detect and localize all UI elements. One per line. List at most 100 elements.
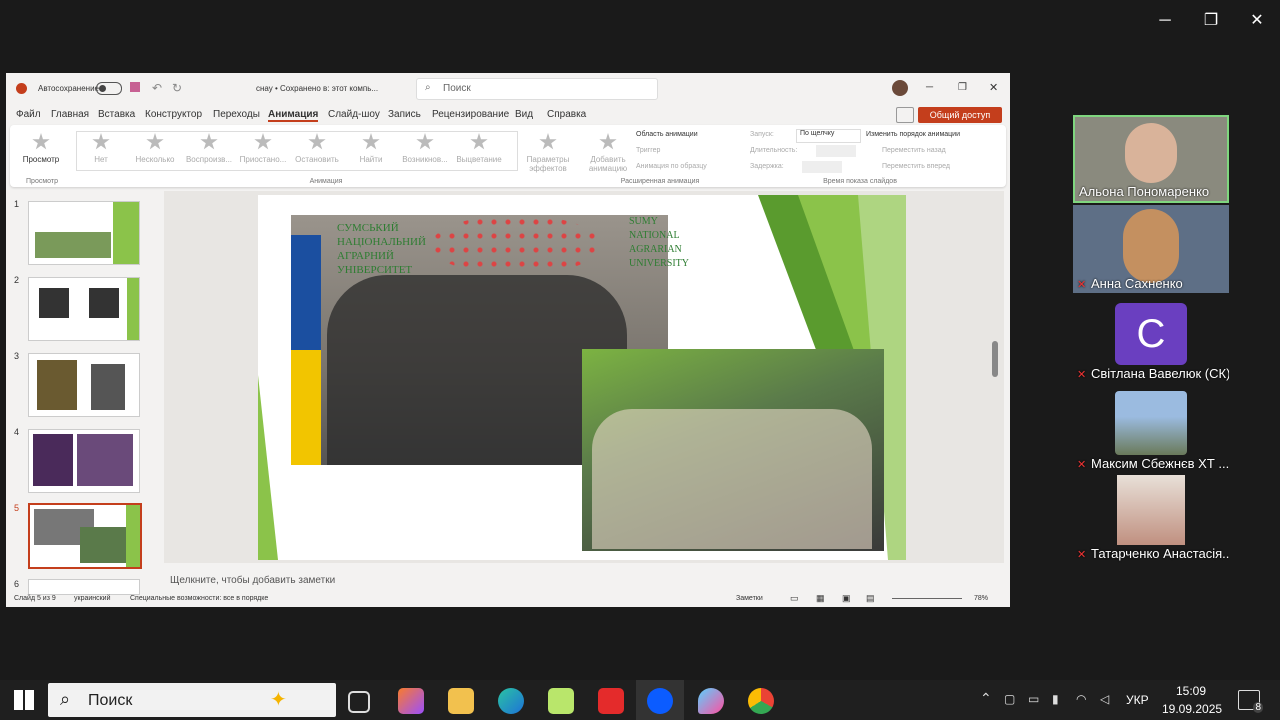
document-title[interactable]: снау • Сохранено в: этот компь... [256,84,378,93]
tab-animations[interactable]: Анимация [268,109,319,122]
taskbar-search[interactable]: ⌕ Поиск ✦ [48,683,336,717]
slide-number: 2 [14,275,20,285]
anim-label: Приостано... [239,155,287,164]
avatar[interactable] [892,80,908,96]
canvas-scrollbar[interactable] [992,341,998,377]
reading-view-icon[interactable]: ▣ [842,593,851,604]
duration-field[interactable] [816,145,856,157]
undo-icon[interactable]: ↶ [152,81,162,95]
participant-name-text: Максим Сбежнєв ХТ ... [1091,456,1229,471]
clock-time[interactable]: 15:09 [1176,684,1206,698]
ppt-close-button[interactable]: ✕ [989,81,998,94]
search-input[interactable]: ⌕ Поиск [416,78,658,100]
app-drop-icon[interactable] [698,688,724,714]
start-select[interactable]: По щелчку [796,129,861,143]
participant-tile[interactable]: C ✕ Світлана Вавелюк (СК) [1073,295,1229,383]
participant-tile[interactable]: ✕ Максим Сбежнєв ХТ ... [1073,385,1229,473]
slide-thumbnail-2[interactable] [28,277,140,341]
anim-seek[interactable]: Найти [346,133,396,164]
ppt-restore-button[interactable]: ❐ [958,82,967,93]
sorter-view-icon[interactable]: ▦ [816,593,825,604]
zoom-icon[interactable] [647,688,673,714]
slide-number: 6 [14,579,20,589]
tab-slideshow[interactable]: Слайд-шоу [328,109,380,120]
tab-record[interactable]: Запись [388,109,421,120]
slideshow-view-icon[interactable]: ▤ [866,593,875,604]
chevron-up-icon[interactable]: ⌃ [980,690,992,707]
language-indicator[interactable]: УКР [1126,693,1149,707]
slide-thumbnail-3[interactable] [28,353,140,417]
zoom-slider[interactable] [892,598,962,599]
edge-icon[interactable] [498,688,524,714]
tab-file[interactable]: Файл [16,109,41,120]
minimize-button[interactable]: ─ [1150,10,1180,32]
battery-icon[interactable]: ▮ [1052,692,1059,706]
notes-area[interactable]: Щелкните, чтобы добавить заметки [164,569,1004,591]
anim-pause[interactable]: Приостано... [238,133,288,164]
delay-label: Задержка: [750,163,784,170]
slide-thumbnail-1[interactable] [28,201,140,265]
ppt-minimize-button[interactable]: ─ [926,82,933,93]
animation-painter-button[interactable]: Анимация по образцу [636,163,707,170]
close-button[interactable]: ✕ [1242,10,1272,32]
anim-label: Найти [359,155,383,164]
participant-tile[interactable]: Альона Пономаренко [1073,115,1229,203]
wifi-icon[interactable]: ◠ [1076,692,1086,706]
save-icon[interactable] [130,82,140,92]
slide-thumbnail-4[interactable] [28,429,140,493]
language-indicator[interactable]: украинский [74,595,111,602]
animation-pane-button[interactable]: Область анимации [636,131,698,138]
copilot-icon[interactable] [398,688,424,714]
anim-appear[interactable]: Возникнов... [400,133,450,164]
effect-options-button[interactable]: Параметры эффектов [520,133,576,173]
tab-transitions[interactable]: Переходы [213,109,260,120]
file-explorer-icon[interactable] [448,688,474,714]
notes-button[interactable]: Заметки [736,595,763,602]
delay-field[interactable] [802,161,842,173]
tray-icon[interactable]: ▭ [1028,692,1039,706]
tab-review[interactable]: Рецензирование [432,109,509,120]
move-later-button[interactable]: Переместить вперед [882,163,950,170]
anim-fade[interactable]: Выцветание [454,133,504,164]
notifications-icon[interactable]: 8 [1238,690,1263,713]
tab-view[interactable]: Вид [515,109,533,120]
anim-label: Выцветание [456,155,502,164]
move-earlier-button[interactable]: Переместить назад [882,147,946,154]
trigger-button[interactable]: Триггер [636,147,660,154]
participant-tile[interactable]: ✕ Анна Сахненко [1073,205,1229,293]
clock-date[interactable]: 19.09.2025 [1162,702,1222,716]
tab-design[interactable]: Конструктор [145,109,202,120]
task-view-icon[interactable] [348,691,370,713]
chrome-icon[interactable] [748,688,774,714]
anim-label: Нет [94,155,108,164]
accessibility-status[interactable]: Специальные возможности: все в порядке [130,595,268,602]
normal-view-icon[interactable]: ▭ [790,593,799,604]
add-animation-button[interactable]: Добавить анимацию [580,133,636,173]
slide-thumbnail-5[interactable] [28,503,142,569]
volume-icon[interactable]: ◁ [1100,692,1109,706]
zoom-level[interactable]: 78% [974,595,988,602]
notification-count: 8 [1253,702,1263,713]
tray-icon[interactable]: ▢ [1004,692,1015,706]
tab-help[interactable]: Справка [547,109,586,120]
tab-insert[interactable]: Вставка [98,109,135,120]
anim-multiple[interactable]: Несколько [130,133,180,164]
app-icon[interactable] [548,688,574,714]
restore-button[interactable]: ❐ [1196,10,1226,32]
start-label: Запуск: [750,131,774,138]
redo-icon[interactable]: ↻ [172,81,182,95]
anim-none[interactable]: Нет [76,133,126,164]
share-button[interactable]: Общий доступ [918,107,1002,123]
participant-tile[interactable]: ✕ Татарченко Анастасія... [1073,475,1229,563]
tab-home[interactable]: Главная [51,109,89,120]
participant-name: ✕ Анна Сахненко [1077,276,1183,291]
windows-start-icon[interactable] [14,690,34,710]
search-placeholder: Поиск [443,83,471,94]
preview-button[interactable]: Просмотр [16,133,66,164]
autosave-toggle[interactable] [96,82,122,95]
wps-office-icon[interactable] [598,688,624,714]
anim-stop[interactable]: Остановить [292,133,342,164]
slide[interactable]: СУМСЬКИЙ НАЦІОНАЛЬНИЙ АГРАРНИЙ УНІВЕРСИТ… [258,195,906,560]
comments-icon[interactable] [896,107,914,123]
anim-play[interactable]: Воспроизв... [184,133,234,164]
